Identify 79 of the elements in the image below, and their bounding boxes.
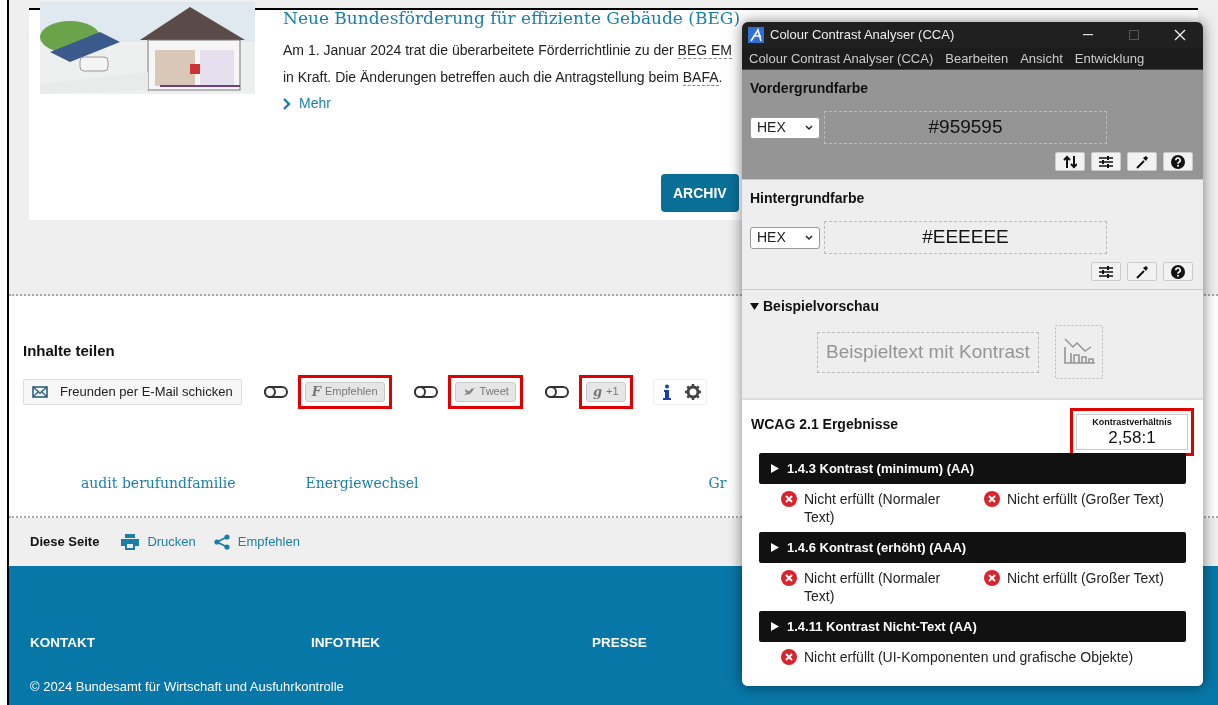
result-text: Nicht erfüllt (Großer Text) <box>1007 491 1164 507</box>
sliders-icon <box>1099 264 1113 279</box>
menu-item[interactable]: Entwicklung <box>1074 48 1145 69</box>
toggle-switch[interactable] <box>263 385 288 398</box>
ratio-value: 2,58:1 <box>1108 427 1156 448</box>
triangle-right-icon <box>771 543 779 552</box>
menu-item[interactable]: Colour Contrast Analyser (CCA) <box>749 48 934 69</box>
close-icon <box>1174 29 1186 41</box>
sample-text: Beispieltext mit Kontrast <box>817 331 1039 373</box>
eyedropper-icon <box>1135 264 1149 279</box>
format-dropdown[interactable]: HEX <box>750 116 820 139</box>
share-icon <box>213 534 230 550</box>
copyright-text: © 2024 Bundesamt für Wirtschaft und Ausfuhrkontrolle <box>30 678 345 696</box>
chevron-down-icon <box>805 234 813 241</box>
email-button[interactable]: Freunden per E-Mail schicken <box>23 378 242 405</box>
criterion-header[interactable]: 1.4.11 Kontrast Nicht-Text (AA) <box>759 611 1186 642</box>
preview-toggle[interactable]: Beispielvorschau <box>750 296 879 317</box>
chart-icon <box>1054 325 1103 379</box>
more-link[interactable]: Mehr <box>283 93 331 114</box>
eyedropper-icon <box>1135 154 1149 169</box>
sliders-icon <box>1099 154 1113 169</box>
menu-item[interactable]: Bearbeiten <box>945 48 1009 69</box>
criterion-header[interactable]: 1.4.3 Kontrast (minimum) (AA) <box>759 453 1186 484</box>
sliders-button[interactable] <box>1091 262 1121 281</box>
results-heading: WCAG 2.1 Ergebnisse <box>751 415 899 434</box>
printer-icon <box>121 534 140 550</box>
triangle-right-icon <box>771 622 779 631</box>
section-heading: Inhalte teilen <box>23 341 115 361</box>
result-text: Nicht erfüllt (Normaler Text) <box>804 570 941 604</box>
criterion-header[interactable]: 1.4.6 Kontrast (erhöht) (AAA) <box>759 532 1186 563</box>
triangle-right-icon <box>771 464 779 473</box>
tool-link[interactable]: Drucken <box>121 532 196 552</box>
swap-icon <box>1063 154 1077 169</box>
help-button[interactable] <box>1163 262 1193 281</box>
logo-icon: g <box>592 381 602 402</box>
chevron-down-icon <box>805 124 813 131</box>
window-title: Colour Contrast Analyser (CCA) <box>770 26 956 45</box>
triangle-down-icon <box>750 302 759 311</box>
share-button[interactable]: F Empfehlen <box>304 381 385 402</box>
archive-button[interactable]: ARCHIV <box>661 174 739 212</box>
maximize-icon <box>1129 30 1139 40</box>
envelope-icon <box>32 385 48 398</box>
panel-heading: Vordergrundfarbe <box>750 79 869 98</box>
section-label: Diese Seite <box>30 533 100 552</box>
share-button[interactable]: g +1 <box>585 381 626 402</box>
eyedropper-button[interactable] <box>1127 152 1157 171</box>
help-button[interactable] <box>1163 152 1193 171</box>
footer-link[interactable]: Energiewechsel <box>305 472 419 494</box>
info-icon <box>662 383 671 400</box>
result-text: Nicht erfüllt (Großer Text) <box>1007 570 1164 586</box>
footer-heading[interactable]: INFOTHEK <box>311 635 380 650</box>
help-icon <box>1171 264 1185 279</box>
help-icon <box>1171 154 1185 169</box>
color-value-field[interactable]: #959595 <box>824 111 1107 144</box>
article-title[interactable]: Neue Bundesförderung für effiziente Gebäude (BEG) <box>283 5 753 31</box>
toggle-switch[interactable] <box>544 385 569 398</box>
color-value-field[interactable]: #EEEEEE <box>824 221 1107 254</box>
tool-link[interactable]: Empfehlen <box>213 532 300 552</box>
settings-icon <box>684 383 701 400</box>
result-text: Nicht erfüllt (UI-Komponenten und grafische Objekte) <box>804 649 1134 665</box>
app-logo-icon <box>748 27 764 43</box>
footer-heading[interactable]: PRESSE <box>592 635 647 650</box>
swap-button[interactable] <box>1055 152 1085 171</box>
article-text: Am 1. Januar 2024 trat die überarbeitete Förderrichtlinie zu der BEG EM in Kraft. Die Änderungen betreffen auch die Antragstellung beim BAFA. <box>283 41 733 88</box>
minimize-icon <box>1083 34 1093 36</box>
ratio-label: Kontrastverhältnis <box>1092 416 1172 428</box>
footer-link[interactable]: audit berufundfamilie <box>81 472 236 494</box>
panel-heading: Hintergrundfarbe <box>750 189 866 208</box>
result-text: Nicht erfüllt (Normaler Text) <box>804 491 941 525</box>
footer-link[interactable]: Gr <box>708 472 727 494</box>
eyedropper-button[interactable] <box>1127 262 1157 281</box>
chevron-icon <box>283 97 291 110</box>
toggle-switch[interactable] <box>413 385 438 398</box>
sliders-button[interactable] <box>1091 152 1121 171</box>
menu-item[interactable]: Ansicht <box>1020 48 1063 69</box>
footer-heading[interactable]: KONTAKT <box>30 635 95 650</box>
share-button[interactable]: Tweet <box>454 381 516 402</box>
logo-icon: F <box>311 381 321 402</box>
format-dropdown[interactable]: HEX <box>750 226 820 249</box>
